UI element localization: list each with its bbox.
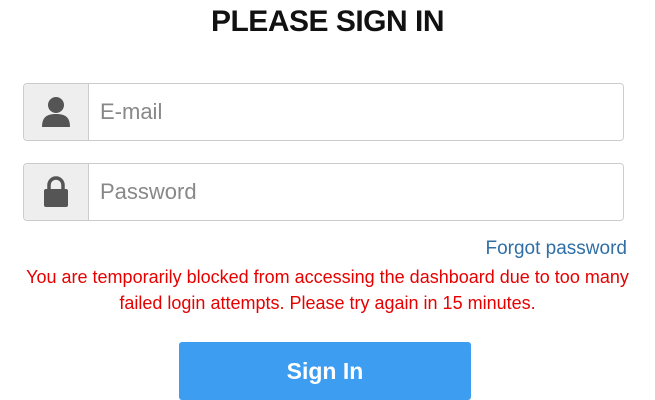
user-icon bbox=[42, 97, 70, 127]
sign-in-button[interactable]: Sign In bbox=[179, 342, 471, 400]
error-message: You are temporarily blocked from accessi… bbox=[0, 264, 655, 316]
error-line-1: You are temporarily blocked from accessi… bbox=[26, 267, 629, 287]
page-title: PLEASE SIGN IN bbox=[210, 5, 445, 38]
password-input[interactable] bbox=[89, 164, 623, 220]
email-addon bbox=[24, 84, 89, 140]
email-field-group bbox=[23, 83, 624, 141]
forgot-password-link[interactable]: Forgot password bbox=[485, 238, 627, 260]
error-line-2: failed login attempts. Please try again … bbox=[119, 293, 536, 313]
email-input[interactable] bbox=[89, 84, 623, 140]
password-addon bbox=[24, 164, 89, 220]
login-page: PLEASE SIGN IN Forgot password You are t… bbox=[0, 0, 655, 400]
lock-icon bbox=[44, 176, 68, 207]
password-field-group bbox=[23, 163, 624, 221]
